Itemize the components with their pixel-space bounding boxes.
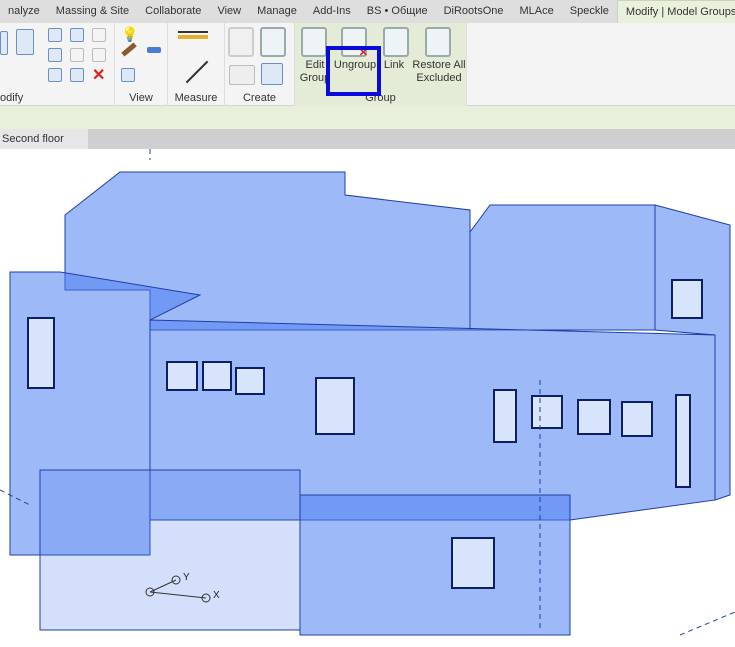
tab-speckle[interactable]: Speckle [562, 0, 617, 23]
tab-modify-model-groups[interactable]: Modify | Model Groups [616, 0, 735, 23]
create-assembly-icon[interactable] [229, 65, 255, 85]
edit-group-icon [301, 27, 327, 57]
panel-measure: Measure [168, 23, 225, 106]
mirror-draw-icon[interactable] [70, 28, 84, 42]
dimension-icon[interactable] [185, 60, 209, 84]
linework-icon[interactable] [147, 47, 161, 53]
restore-icon [425, 27, 451, 57]
delete-icon[interactable]: ✕ [92, 65, 105, 85]
panel-create: Create [225, 23, 295, 106]
upper-right-box [469, 204, 656, 331]
create-similar-icon[interactable] [261, 63, 283, 85]
trim-multiple-icon[interactable] [70, 68, 84, 82]
paint-icon[interactable] [121, 42, 137, 57]
edit-label-1: Edit [305, 59, 325, 71]
pin-icon[interactable] [92, 48, 106, 62]
tab-add-ins[interactable]: Add-Ins [305, 0, 359, 23]
restore-label-2: Excluded [416, 72, 462, 84]
tab-massing-site[interactable]: Massing & Site [48, 0, 137, 23]
tab-mlace[interactable]: MLAce [512, 0, 562, 23]
ribbon-tabs: nalyze Massing & Site Collaborate View M… [0, 0, 735, 23]
options-bar [0, 106, 735, 129]
panel-label-modify: odify [0, 92, 24, 104]
split-icon[interactable] [92, 28, 106, 42]
link-icon [383, 27, 409, 57]
restore-label-1: Restore All [412, 59, 466, 71]
panel-label-measure: Measure [174, 92, 218, 104]
ribbon: ✕ odify 💡 View Measure Create Edit Group … [0, 23, 735, 106]
tab-bs-general[interactable]: BS • Общие [359, 0, 436, 23]
view-tabs: Second floor [0, 129, 735, 149]
building-model [0, 66, 735, 636]
foundation-box [39, 469, 301, 631]
axis-y-label: Y [183, 572, 190, 583]
view-tab-second-floor[interactable]: Second floor [0, 129, 88, 149]
link-label: Link [383, 59, 405, 71]
align-icon[interactable] [0, 31, 8, 55]
panel-modify: ✕ odify [0, 23, 115, 106]
offset-icon[interactable] [16, 29, 34, 55]
panel-label-view: View [129, 92, 153, 104]
tab-view[interactable]: View [209, 0, 249, 23]
mirror-axis-icon[interactable] [48, 28, 62, 42]
axis-x-label: X [213, 590, 220, 601]
measure-distance-icon[interactable] [178, 31, 208, 39]
trim-icon[interactable] [48, 68, 62, 82]
lightbulb-icon[interactable]: 💡 [121, 26, 138, 43]
tab-diroots[interactable]: DiRootsOne [436, 0, 512, 23]
panel-view: 💡 View [115, 23, 168, 106]
cut-profile-icon[interactable] [121, 68, 135, 82]
panel-label-create: Create [242, 92, 277, 104]
create-parts-icon[interactable] [260, 27, 286, 57]
tab-analyze[interactable]: nalyze [0, 0, 48, 23]
array-icon[interactable] [48, 48, 62, 62]
scale-icon[interactable] [70, 48, 84, 62]
lower-front [299, 494, 571, 636]
tab-collaborate[interactable]: Collaborate [137, 0, 209, 23]
tab-manage[interactable]: Manage [249, 0, 305, 23]
3d-view-canvas[interactable]: Y X [0, 66, 735, 644]
create-group-icon[interactable] [228, 27, 254, 57]
ungroup-highlight-box [326, 46, 381, 96]
panel-group: Edit Group ✕ Ungroup Link Restore All Excl… [295, 23, 467, 106]
